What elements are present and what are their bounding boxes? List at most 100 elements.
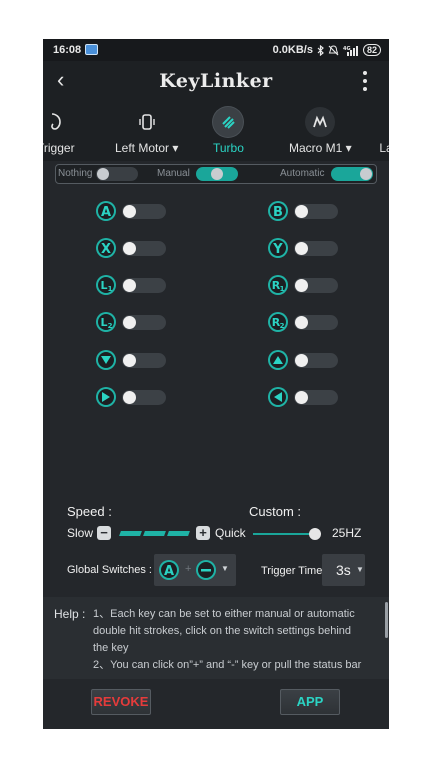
bluetooth-icon bbox=[317, 44, 324, 56]
trigger-time-label: Trigger Time bbox=[261, 565, 323, 577]
tab-more[interactable]: Lar bbox=[373, 107, 389, 155]
x-turbo-switch[interactable] bbox=[122, 241, 166, 256]
quick-label: Quick bbox=[215, 526, 246, 540]
y-turbo-switch[interactable] bbox=[294, 241, 338, 256]
network-speed: 0.0KB/s bbox=[272, 44, 313, 56]
l1-turbo-switch[interactable] bbox=[122, 278, 166, 293]
svg-text:1: 1 bbox=[280, 285, 285, 293]
r1-turbo-switch[interactable] bbox=[294, 278, 338, 293]
custom-speed-slider-knob[interactable] bbox=[309, 528, 321, 540]
tab-turbo[interactable]: Turbo bbox=[213, 107, 244, 155]
custom-speed-value: 25HZ bbox=[332, 526, 362, 540]
dpad-up-icon bbox=[268, 350, 288, 370]
custom-label: Custom : bbox=[249, 504, 302, 519]
help-label: Help : bbox=[54, 607, 86, 621]
dpad-down-icon bbox=[96, 350, 116, 370]
tab-trigger[interactable]: Trigger bbox=[43, 107, 75, 155]
combo-plus: + bbox=[185, 563, 192, 575]
status-bar: 16:08 0.0KB/s 4G 82 bbox=[43, 39, 389, 61]
feature-tabs: Trigger Left Motor ▾ Turbo Macro M1 ▾ La… bbox=[43, 101, 389, 161]
help-line: 2、You can click on”+” and “-” key or pul… bbox=[93, 659, 362, 671]
tab-label: Left Motor ▾ bbox=[115, 141, 179, 155]
tab-macro[interactable]: Macro M1 ▾ bbox=[289, 107, 352, 155]
app-title: KeyLinker bbox=[159, 70, 273, 92]
dpad-up-turbo-switch[interactable] bbox=[294, 353, 338, 368]
r1-button-icon: R1 bbox=[268, 275, 288, 295]
help-line: double hit strokes, click on the switch … bbox=[93, 625, 352, 637]
revoke-button[interactable]: REVOKE bbox=[91, 689, 151, 715]
svg-text:2: 2 bbox=[280, 322, 285, 330]
mode-nothing-toggle[interactable] bbox=[96, 167, 138, 181]
mode-automatic-toggle[interactable] bbox=[331, 167, 373, 181]
silent-icon bbox=[328, 44, 339, 55]
y-button-icon: Y bbox=[268, 238, 288, 258]
a-button-icon: A bbox=[96, 201, 116, 221]
b-button-icon: B bbox=[268, 201, 288, 221]
help-panel: Help : 1、Each key can be set to either m… bbox=[43, 597, 389, 679]
r2-button-icon: R2 bbox=[268, 312, 288, 332]
speed-increase-button[interactable]: + bbox=[196, 526, 210, 540]
tab-label: Turbo bbox=[213, 141, 244, 155]
slow-label: Slow bbox=[67, 526, 94, 540]
chevron-down-icon: ▼ bbox=[221, 564, 229, 573]
svg-text:2: 2 bbox=[108, 322, 113, 330]
l2-button-icon: L2 bbox=[96, 312, 116, 332]
svg-text:A: A bbox=[164, 564, 174, 579]
help-scrollbar[interactable] bbox=[385, 602, 388, 638]
battery-badge: 82 bbox=[362, 44, 381, 56]
bottom-bar: REVOKE APP bbox=[43, 679, 389, 729]
mode-manual-label: Manual bbox=[157, 168, 190, 179]
gallery-notification-icon bbox=[85, 44, 98, 55]
dpad-left-icon bbox=[268, 387, 288, 407]
chevron-down-icon: ▼ bbox=[356, 565, 364, 574]
speed-level-segment bbox=[143, 531, 166, 536]
svg-text:1: 1 bbox=[108, 285, 113, 293]
r2-turbo-switch[interactable] bbox=[294, 315, 338, 330]
app-button[interactable]: APP bbox=[280, 689, 340, 715]
speed-level-segment bbox=[119, 531, 142, 536]
motor-icon bbox=[138, 114, 155, 130]
trigger-icon bbox=[50, 113, 61, 130]
dpad-left-turbo-switch[interactable] bbox=[294, 390, 338, 405]
mode-manual-toggle[interactable] bbox=[196, 167, 238, 181]
app-bar: ‹ KeyLinker bbox=[43, 61, 389, 101]
b-turbo-switch[interactable] bbox=[294, 204, 338, 219]
tab-label: Trigger bbox=[43, 141, 75, 155]
dpad-right-turbo-switch[interactable] bbox=[122, 390, 166, 405]
help-line: 1、Each key can be set to either manual o… bbox=[93, 608, 355, 620]
speed-label: Speed : bbox=[67, 504, 112, 519]
svg-text:A: A bbox=[101, 205, 111, 220]
tab-left-motor[interactable]: Left Motor ▾ bbox=[115, 107, 178, 155]
mode-selector: Nothing Manual Automatic bbox=[55, 164, 377, 184]
global-switch-combo[interactable]: A + ▼ bbox=[154, 554, 236, 586]
tab-label: Macro M1 ▾ bbox=[289, 141, 352, 155]
a-turbo-switch[interactable] bbox=[122, 204, 166, 219]
overflow-menu-icon[interactable] bbox=[363, 71, 369, 95]
svg-text:Y: Y bbox=[272, 242, 283, 257]
svg-text:L: L bbox=[100, 279, 107, 292]
l2-turbo-switch[interactable] bbox=[122, 315, 166, 330]
minus-button-icon bbox=[196, 560, 216, 580]
phone-screen: 16:08 0.0KB/s 4G 82 ‹ KeyLinker Trigger … bbox=[43, 39, 389, 729]
speed-decrease-button[interactable]: − bbox=[97, 526, 111, 540]
a-button-icon: A bbox=[159, 560, 179, 580]
trigger-time-value: 3s bbox=[336, 562, 351, 578]
svg-text:L: L bbox=[100, 316, 107, 329]
dpad-right-icon bbox=[96, 387, 116, 407]
mode-nothing-label: Nothing bbox=[58, 168, 93, 179]
dpad-down-turbo-switch[interactable] bbox=[122, 353, 166, 368]
signal-icon: 4G bbox=[343, 45, 358, 56]
mode-automatic-label: Automatic bbox=[280, 168, 325, 179]
trigger-time-select[interactable]: 3s ▼ bbox=[322, 554, 365, 586]
turbo-icon bbox=[222, 116, 236, 129]
speed-level-segment bbox=[167, 531, 190, 536]
l1-button-icon: L1 bbox=[96, 275, 116, 295]
global-switches-label: Global Switches : bbox=[67, 564, 152, 576]
tab-label: Lar bbox=[379, 141, 389, 155]
svg-text:4G: 4G bbox=[343, 46, 351, 52]
custom-speed-slider[interactable] bbox=[253, 533, 315, 535]
macro-icon bbox=[313, 115, 328, 128]
svg-text:X: X bbox=[101, 242, 111, 257]
svg-text:B: B bbox=[273, 205, 283, 220]
x-button-icon: X bbox=[96, 238, 116, 258]
